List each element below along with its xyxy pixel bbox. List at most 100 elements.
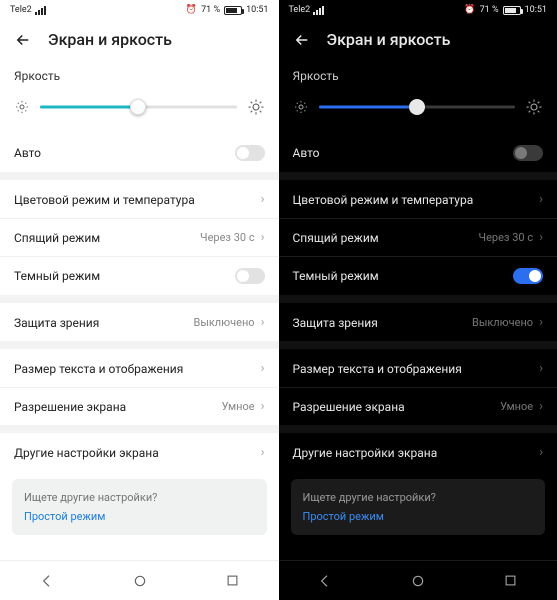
- nav-back-button[interactable]: [39, 573, 55, 589]
- nav-back-button[interactable]: [317, 573, 333, 589]
- signal-icon: [313, 6, 324, 15]
- signal-icon: [35, 6, 46, 15]
- back-button[interactable]: [293, 31, 311, 49]
- nav-home-button[interactable]: [132, 573, 148, 589]
- row-auto[interactable]: Авто: [0, 133, 279, 172]
- row-dark-mode[interactable]: Темный режим: [279, 256, 557, 295]
- divider: [0, 295, 279, 303]
- page-header: Экран и яркость: [0, 20, 279, 63]
- phone-light: Tele2 ⏰ 71 % 10:51 Экран и яркость Яркос…: [0, 0, 279, 600]
- nav-recent-button[interactable]: [225, 573, 240, 588]
- row-resolution-label: Разрешение экрана: [293, 400, 501, 414]
- divider: [0, 425, 279, 433]
- brightness-slider-row: [279, 89, 557, 133]
- page-header: Экран и яркость: [279, 20, 557, 63]
- chevron-right-icon: ›: [261, 445, 265, 460]
- toggle-auto[interactable]: [513, 145, 543, 161]
- chevron-right-icon: ›: [539, 192, 543, 207]
- divider: [279, 341, 557, 349]
- row-sleep-value: Через 30 с: [479, 231, 534, 244]
- suggestion-link[interactable]: Простой режим: [303, 510, 534, 523]
- battery-icon: [224, 6, 242, 15]
- row-sleep-label: Спящий режим: [14, 231, 200, 245]
- divider: [279, 172, 557, 180]
- brightness-label: Яркость: [0, 63, 279, 89]
- row-color-mode[interactable]: Цветовой режим и температура ›: [279, 180, 557, 218]
- chevron-right-icon: ›: [261, 192, 265, 207]
- chevron-right-icon: ›: [539, 315, 543, 330]
- row-resolution-value: Умное: [222, 400, 255, 413]
- divider: [279, 295, 557, 303]
- row-color-label: Цветовой режим и температура: [293, 193, 540, 207]
- row-text-size[interactable]: Размер текста и отображения ›: [279, 349, 557, 387]
- toggle-dark-mode[interactable]: [235, 268, 265, 284]
- divider: [0, 341, 279, 349]
- row-sleep-label: Спящий режим: [293, 231, 479, 245]
- toggle-dark-mode[interactable]: [513, 268, 543, 284]
- row-other-label: Другие настройки экрана: [14, 446, 261, 460]
- row-dark-mode[interactable]: Темный режим: [0, 256, 279, 295]
- chevron-right-icon: ›: [261, 315, 265, 330]
- row-other-settings[interactable]: Другие настройки экрана ›: [279, 433, 557, 471]
- page-title: Экран и яркость: [48, 30, 172, 49]
- row-resolution[interactable]: Разрешение экрана Умное ›: [0, 387, 279, 425]
- status-time: 10:51: [246, 5, 268, 15]
- suggestion-card: Ищете другие настройки? Простой режим: [291, 479, 546, 535]
- row-sleep[interactable]: Спящий режим Через 30 с ›: [279, 218, 557, 256]
- sun-low-icon: [293, 99, 309, 115]
- row-eye-label: Защита зрения: [14, 316, 193, 330]
- battery-percent: 71 %: [480, 5, 499, 15]
- toggle-auto[interactable]: [235, 145, 265, 161]
- row-color-mode[interactable]: Цветовой режим и температура ›: [0, 180, 279, 218]
- row-other-label: Другие настройки экрана: [293, 446, 540, 460]
- divider: [279, 425, 557, 433]
- row-sleep-value: Через 30 с: [200, 231, 255, 244]
- row-other-settings[interactable]: Другие настройки экрана ›: [0, 433, 279, 471]
- battery-icon: [503, 6, 521, 15]
- divider: [0, 172, 279, 180]
- chevron-right-icon: ›: [261, 361, 265, 376]
- row-text-size[interactable]: Размер текста и отображения ›: [0, 349, 279, 387]
- nav-recent-button[interactable]: [503, 573, 518, 588]
- nav-bar: [0, 560, 279, 600]
- row-dark-label: Темный режим: [14, 269, 235, 283]
- suggestion-link[interactable]: Простой режим: [24, 510, 255, 523]
- brightness-slider-row: [0, 89, 279, 133]
- status-time: 10:51: [525, 5, 547, 15]
- row-textsize-label: Размер текста и отображения: [293, 362, 540, 376]
- status-bar: Tele2 ⏰ 71 % 10:51: [0, 0, 279, 20]
- back-button[interactable]: [14, 31, 32, 49]
- suggestion-question: Ищете другие настройки?: [303, 491, 534, 504]
- battery-percent: 71 %: [201, 5, 220, 15]
- brightness-slider[interactable]: [319, 97, 516, 117]
- status-bar: Tele2 ⏰ 71 % 10:51: [279, 0, 557, 20]
- row-eye-label: Защита зрения: [293, 316, 472, 330]
- row-eye-value: Выключено: [193, 316, 254, 329]
- row-resolution-value: Умное: [500, 400, 533, 413]
- row-resolution[interactable]: Разрешение экрана Умное ›: [279, 387, 557, 425]
- chevron-right-icon: ›: [539, 445, 543, 460]
- row-sleep[interactable]: Спящий режим Через 30 с ›: [0, 218, 279, 256]
- page-title: Экран и яркость: [327, 30, 451, 49]
- carrier-name: Tele2: [10, 5, 32, 15]
- nav-home-button[interactable]: [410, 573, 426, 589]
- chevron-right-icon: ›: [539, 361, 543, 376]
- sun-high-icon: [247, 98, 265, 116]
- sun-low-icon: [14, 99, 30, 115]
- row-eye-protection[interactable]: Защита зрения Выключено ›: [279, 303, 557, 341]
- alarm-icon: ⏰: [464, 5, 475, 15]
- row-auto-label: Авто: [293, 146, 514, 160]
- row-textsize-label: Размер текста и отображения: [14, 362, 261, 376]
- row-auto-label: Авто: [14, 146, 235, 160]
- row-auto[interactable]: Авто: [279, 133, 557, 172]
- carrier-name: Tele2: [289, 5, 311, 15]
- row-resolution-label: Разрешение экрана: [14, 400, 222, 414]
- phone-dark: Tele2 ⏰ 71 % 10:51 Экран и яркость Яркос…: [279, 0, 557, 600]
- chevron-right-icon: ›: [261, 230, 265, 245]
- row-color-label: Цветовой режим и температура: [14, 193, 261, 207]
- row-eye-protection[interactable]: Защита зрения Выключено ›: [0, 303, 279, 341]
- brightness-slider[interactable]: [40, 97, 237, 117]
- row-eye-value: Выключено: [472, 316, 533, 329]
- chevron-right-icon: ›: [539, 230, 543, 245]
- row-dark-label: Темный режим: [293, 269, 514, 283]
